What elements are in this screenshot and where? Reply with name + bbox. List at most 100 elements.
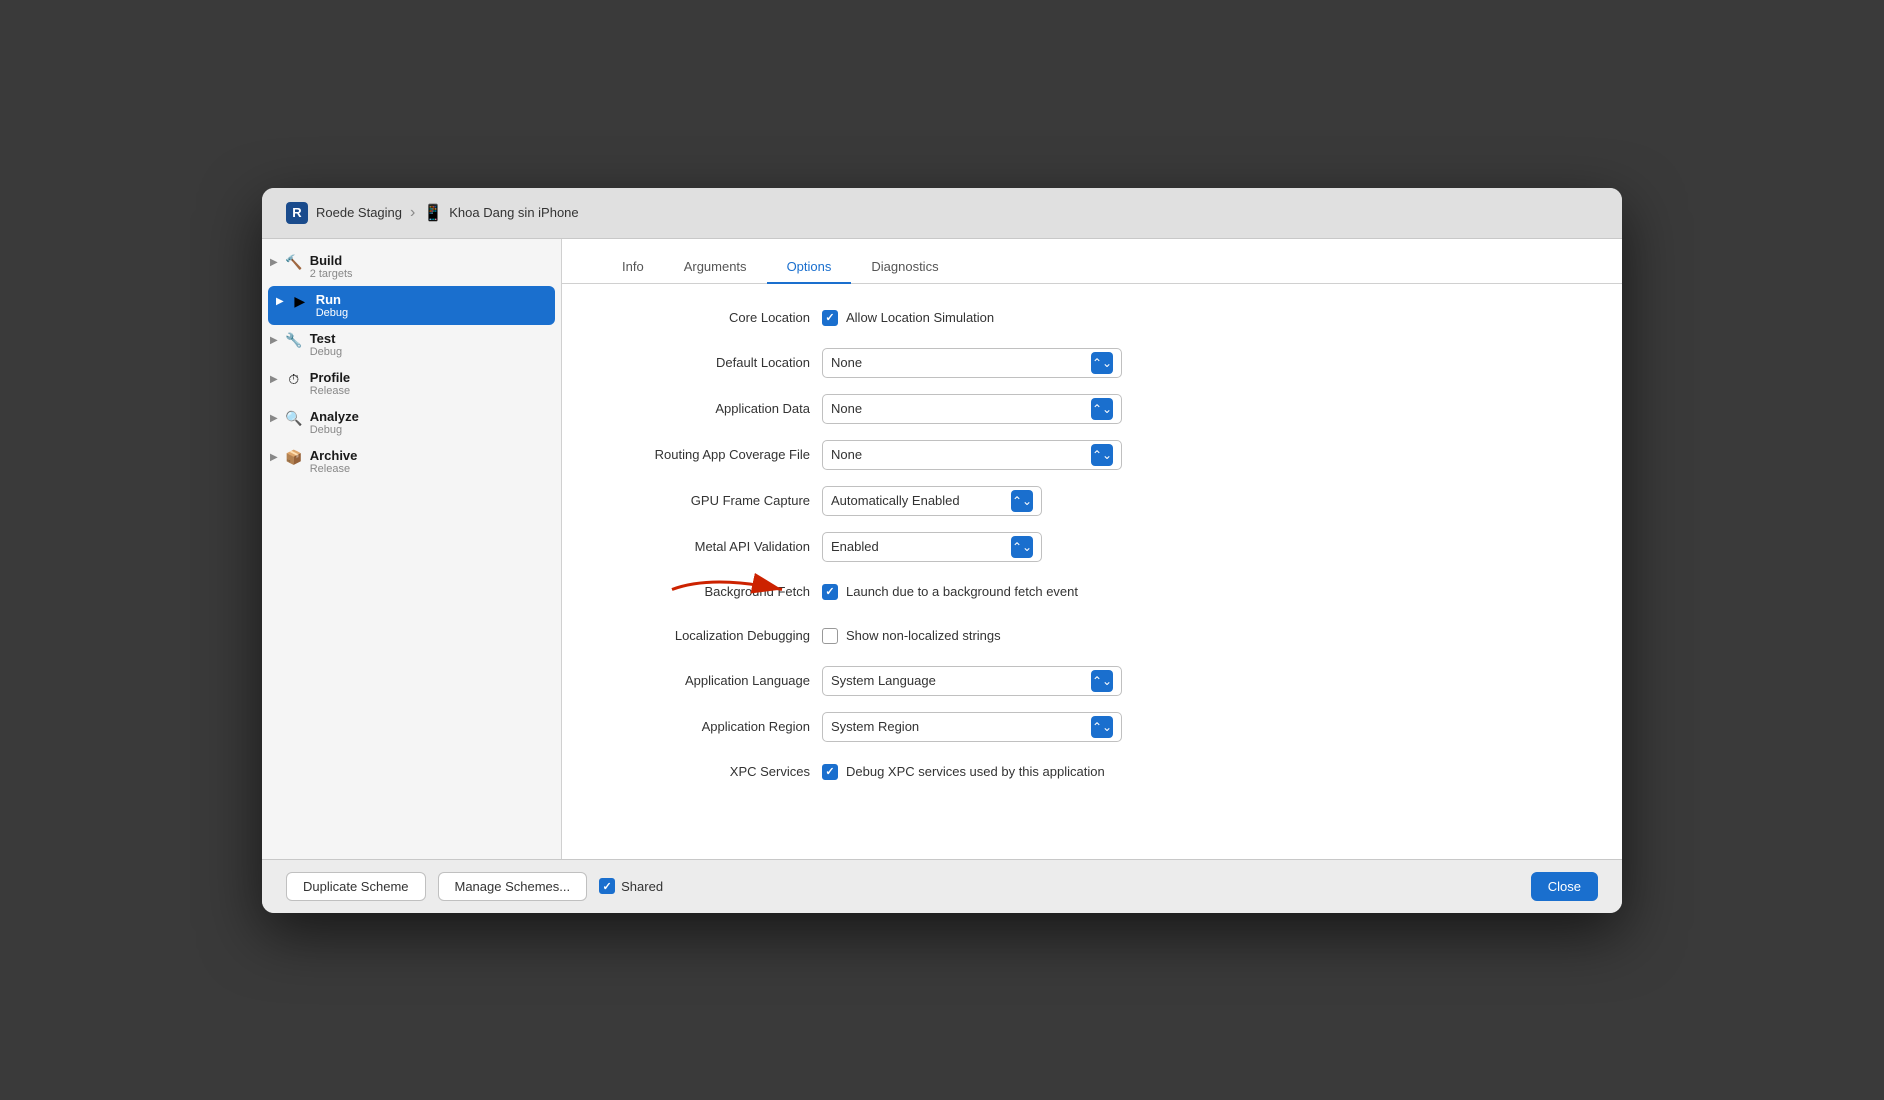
background-fetch-row: Background Fetch Launch due to a backgro…	[602, 578, 1582, 606]
archive-icon: 📦	[284, 448, 304, 468]
footer: Duplicate Scheme Manage Schemes... Share…	[262, 859, 1622, 913]
app-language-value: System Language	[831, 673, 936, 688]
app-region-label: Application Region	[602, 719, 822, 734]
device-name: Khoa Dang sin iPhone	[449, 205, 578, 220]
app-language-row: Application Language System Language ⌃⌄	[602, 666, 1582, 696]
application-data-dropdown[interactable]: None ⌃⌄	[822, 394, 1122, 424]
sidebar-item-profile[interactable]: ▶ ⏱ Profile Release	[262, 364, 561, 403]
test-sub: Debug	[310, 346, 342, 358]
app-language-control: System Language ⌃⌄	[822, 666, 1582, 696]
tab-arguments[interactable]: Arguments	[664, 251, 767, 284]
dropdown-chevron-icon: ⌃⌄	[1011, 536, 1033, 558]
localization-row: Localization Debugging Show non-localize…	[602, 622, 1582, 650]
archive-sub: Release	[310, 463, 358, 475]
metal-api-row: Metal API Validation Enabled ⌃⌄	[602, 532, 1582, 562]
breadcrumb-separator: ›	[410, 204, 415, 222]
xpc-cb-label: Debug XPC services used by this applicat…	[846, 764, 1105, 779]
xpc-checkbox[interactable]	[822, 764, 838, 780]
dropdown-chevron-icon: ⌃⌄	[1091, 670, 1113, 692]
default-location-value: None	[831, 355, 862, 370]
localization-cb-label: Show non-localized strings	[846, 628, 1001, 643]
gpu-frame-label: GPU Frame Capture	[602, 493, 822, 508]
application-data-row: Application Data None ⌃⌄	[602, 394, 1582, 424]
background-fetch-checkbox[interactable]	[822, 584, 838, 600]
application-data-label: Application Data	[602, 401, 822, 416]
dropdown-chevron-icon: ⌃⌄	[1091, 352, 1113, 374]
expand-icon: ▶	[270, 413, 278, 424]
run-sub: Debug	[316, 307, 348, 319]
routing-coverage-control: None ⌃⌄	[822, 440, 1582, 470]
close-button[interactable]: Close	[1531, 872, 1598, 901]
expand-icon: ▶	[276, 296, 284, 307]
expand-icon: ▶	[270, 452, 278, 463]
breadcrumb: R Roede Staging › 📱 Khoa Dang sin iPhone	[286, 202, 579, 224]
core-location-control: Allow Location Simulation	[822, 310, 1582, 326]
gpu-frame-control: Automatically Enabled ⌃⌄	[822, 486, 1582, 516]
options-content: Core Location Allow Location Simulation …	[562, 284, 1622, 859]
allow-location-checkbox[interactable]	[822, 310, 838, 326]
gpu-frame-row: GPU Frame Capture Automatically Enabled …	[602, 486, 1582, 516]
expand-icon: ▶	[270, 374, 278, 385]
metal-api-label: Metal API Validation	[602, 539, 822, 554]
routing-coverage-dropdown[interactable]: None ⌃⌄	[822, 440, 1122, 470]
build-sub: 2 targets	[310, 268, 353, 280]
core-location-label: Core Location	[602, 310, 822, 325]
application-data-value: None	[831, 401, 862, 416]
xpc-control: Debug XPC services used by this applicat…	[822, 764, 1582, 780]
localization-label: Localization Debugging	[602, 628, 822, 643]
localization-control: Show non-localized strings	[822, 628, 1582, 644]
sidebar-item-archive[interactable]: ▶ 📦 Archive Release	[262, 442, 561, 481]
shared-label: Shared	[621, 879, 663, 894]
app-region-dropdown[interactable]: System Region ⌃⌄	[822, 712, 1122, 742]
tab-options[interactable]: Options	[767, 251, 852, 284]
dropdown-chevron-icon: ⌃⌄	[1091, 716, 1113, 738]
analyze-icon: 🔍	[284, 409, 304, 429]
localization-checkbox[interactable]	[822, 628, 838, 644]
app-language-label: Application Language	[602, 673, 822, 688]
app-region-value: System Region	[831, 719, 919, 734]
metal-api-control: Enabled ⌃⌄	[822, 532, 1582, 562]
tab-info[interactable]: Info	[602, 251, 664, 284]
sidebar: ▶ 🔨 Build 2 targets ▶ ▶ Run Debug ▶ 🔧	[262, 239, 562, 859]
app-language-dropdown[interactable]: System Language ⌃⌄	[822, 666, 1122, 696]
manage-schemes-button[interactable]: Manage Schemes...	[438, 872, 588, 901]
expand-icon: ▶	[270, 335, 278, 346]
phone-icon: 📱	[423, 203, 443, 223]
test-icon: 🔧	[284, 331, 304, 351]
analyze-label: Analyze	[310, 409, 359, 424]
test-label: Test	[310, 331, 342, 346]
analyze-sub: Debug	[310, 424, 359, 436]
xpc-label: XPC Services	[602, 764, 822, 779]
right-panel: Info Arguments Options Diagnostics Core …	[562, 239, 1622, 859]
header-bar: R Roede Staging › 📱 Khoa Dang sin iPhone	[262, 188, 1622, 239]
device-breadcrumb: 📱 Khoa Dang sin iPhone	[423, 203, 578, 223]
app-region-row: Application Region System Region ⌃⌄	[602, 712, 1582, 742]
application-data-control: None ⌃⌄	[822, 394, 1582, 424]
dropdown-chevron-icon: ⌃⌄	[1011, 490, 1033, 512]
default-location-control: None ⌃⌄	[822, 348, 1582, 378]
run-label: Run	[316, 292, 348, 307]
build-icon: 🔨	[284, 253, 304, 273]
gpu-frame-dropdown[interactable]: Automatically Enabled ⌃⌄	[822, 486, 1042, 516]
shared-checkbox[interactable]	[599, 878, 615, 894]
duplicate-scheme-button[interactable]: Duplicate Scheme	[286, 872, 426, 901]
tab-diagnostics[interactable]: Diagnostics	[851, 251, 958, 284]
default-location-dropdown[interactable]: None ⌃⌄	[822, 348, 1122, 378]
default-location-row: Default Location None ⌃⌄	[602, 348, 1582, 378]
workspace-label: Roede Staging	[316, 205, 402, 220]
xcode-scheme-window: R Roede Staging › 📱 Khoa Dang sin iPhone…	[262, 188, 1622, 913]
main-content: ▶ 🔨 Build 2 targets ▶ ▶ Run Debug ▶ 🔧	[262, 239, 1622, 859]
metal-api-dropdown[interactable]: Enabled ⌃⌄	[822, 532, 1042, 562]
xpc-row: XPC Services Debug XPC services used by …	[602, 758, 1582, 786]
sidebar-item-test[interactable]: ▶ 🔧 Test Debug	[262, 325, 561, 364]
dropdown-chevron-icon: ⌃⌄	[1091, 444, 1113, 466]
sidebar-item-build[interactable]: ▶ 🔨 Build 2 targets	[262, 247, 561, 286]
sidebar-item-analyze[interactable]: ▶ 🔍 Analyze Debug	[262, 403, 561, 442]
background-fetch-control: Launch due to a background fetch event	[822, 584, 1582, 600]
background-fetch-cb-label: Launch due to a background fetch event	[846, 584, 1078, 599]
sidebar-item-run[interactable]: ▶ ▶ Run Debug	[268, 286, 555, 325]
tabs-bar: Info Arguments Options Diagnostics	[562, 239, 1622, 284]
profile-sub: Release	[310, 385, 350, 397]
archive-label: Archive	[310, 448, 358, 463]
profile-icon: ⏱	[284, 370, 304, 390]
